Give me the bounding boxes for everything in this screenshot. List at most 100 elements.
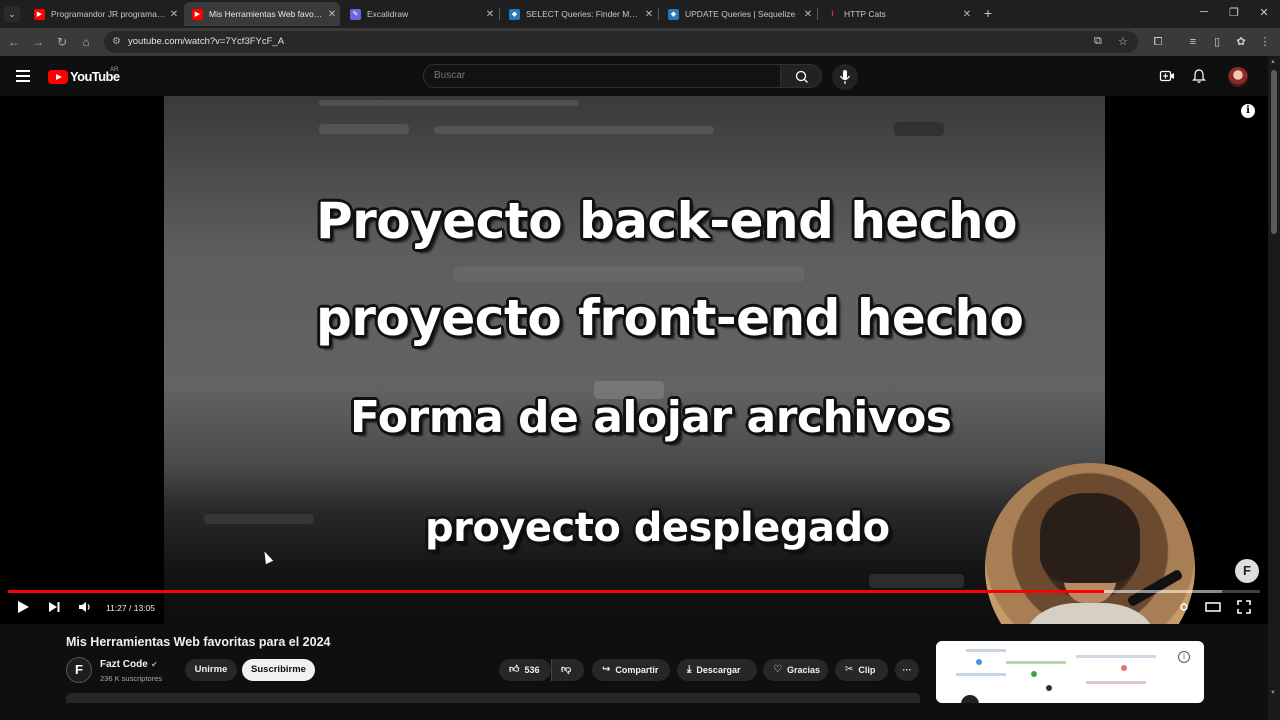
channel-avatar[interactable]: F [66,657,92,683]
tab-separator [658,8,659,20]
page-scrollbar[interactable]: ▲ ▼ [1268,56,1280,720]
search-button[interactable] [780,64,822,88]
video-info-icon[interactable]: i [1241,104,1255,118]
reload-icon[interactable]: ↻ [54,34,70,50]
scroll-down-icon[interactable]: ▼ [1270,690,1276,696]
user-avatar[interactable] [1228,67,1248,87]
search-box[interactable] [423,64,781,88]
subscribe-button[interactable]: Suscribirme [242,659,315,681]
more-dots-icon: ··· [902,665,912,675]
youtube-icon: ▶ [192,8,203,20]
extensions-icon[interactable]: ⧠ [1150,34,1166,50]
thumbs-up-icon: 👍︎ [509,664,520,675]
http-cats-icon: ⌇ [827,8,838,20]
like-button[interactable]: 👍︎ 536 [499,659,551,681]
restore-icon[interactable]: ❐ [1227,6,1241,19]
url-text: youtube.com/watch?v=7Ycf3FYcF_A [128,36,285,47]
progress-bar[interactable] [8,590,1260,593]
voice-search-button[interactable] [832,64,858,90]
blurred-footer-button [869,574,964,588]
settings-button[interactable] [1176,599,1192,615]
tab-select-queries[interactable]: ◆ SELECT Queries: Finder Method ✕ [501,2,657,26]
caption-line: Proyecto back-end hecho [316,192,1017,250]
close-icon[interactable]: ✕ [166,9,182,20]
tab-http-cats[interactable]: ⌇ HTTP Cats ✕ [819,2,975,26]
minimize-icon[interactable]: ─ [1197,6,1211,18]
dislike-button[interactable]: 👎︎ [551,659,584,681]
profile-extension-icon[interactable]: ✿ [1233,34,1249,50]
card-info-icon[interactable]: i [1178,651,1190,663]
tab-programador-jr[interactable]: ▶ Programandor JR programando ✕ [26,2,182,26]
share-button[interactable]: ↪ Compartir [592,659,670,681]
notifications-bell-icon[interactable] [1191,68,1207,84]
recommendation-card[interactable]: i [936,641,1204,703]
blurred-footer-text [204,514,314,524]
download-button[interactable]: ⤓ Descargar [677,659,757,681]
sequelize-icon: ◆ [668,8,679,20]
sequelize-icon: ◆ [509,8,520,20]
scissors-icon: ✂ [845,664,854,675]
bookmark-star-icon[interactable]: ☆ [1118,35,1128,48]
video-player[interactable]: Proyecto back-end hecho proyecto front-e… [0,96,1268,624]
scroll-up-icon[interactable]: ▲ [1270,59,1276,65]
time-display: 11:27 / 13:05 [106,603,155,613]
tab-search-button[interactable]: ⌄ [4,6,20,22]
theater-mode-button[interactable] [1204,599,1222,615]
search-input[interactable] [434,70,764,81]
back-arrow-icon[interactable]: ← [6,34,22,50]
gear-icon [1180,603,1188,611]
download-icon: ⤓ [687,664,692,675]
volume-button[interactable] [77,599,93,615]
window-close-icon[interactable]: ✕ [1257,6,1271,19]
caption-line: Forma de alojar archivos [350,392,952,443]
next-button[interactable] [46,599,62,615]
progress-played [8,590,1104,593]
new-tab-plus-icon[interactable]: + [981,5,995,21]
tab-excalidraw[interactable]: ✎ Excalidraw ✕ [342,2,498,26]
play-icon [18,601,29,613]
blurred-menu [434,126,714,134]
volume-icon [79,602,90,612]
create-video-icon[interactable] [1159,68,1175,84]
site-info-icon[interactable]: ⚙ [112,36,124,48]
fullscreen-button[interactable] [1236,599,1252,615]
scrollbar-thumb[interactable] [1271,70,1277,234]
description-panel[interactable] [66,693,920,703]
more-actions-button[interactable]: ··· [895,659,919,681]
verified-check-icon: ✔ [151,660,158,669]
close-icon[interactable]: ✕ [482,9,498,20]
fullscreen-icon [1237,600,1251,614]
blurred-subtitle [454,266,804,282]
excalidraw-icon: ✎ [350,8,361,20]
close-icon[interactable]: ✕ [959,9,975,20]
join-button[interactable]: Unirme [185,659,237,681]
install-app-icon[interactable]: ⧉ [1094,35,1102,48]
play-button[interactable] [15,599,31,615]
channel-watermark[interactable]: F [1235,559,1259,583]
close-icon[interactable]: ✕ [800,9,816,20]
address-bar[interactable]: ⚙ youtube.com/watch?v=7Ycf3FYcF_A ⧉ ☆ [104,31,1138,53]
close-icon[interactable]: ✕ [641,9,657,20]
blurred-logo [319,124,409,134]
side-panel-icon[interactable]: ▯ [1209,34,1225,50]
youtube-logo[interactable]: YouTube [48,69,120,84]
theater-mode-icon [1205,602,1221,612]
blurred-nav [319,100,579,106]
clip-button[interactable]: ✂ Clip [835,659,888,681]
thanks-button[interactable]: ♡ Gracias [763,659,828,681]
video-details: Mis Herramientas Web favoritas para el 2… [0,624,1268,720]
reading-list-icon[interactable]: ≡ [1185,34,1201,50]
subscriber-count: 236 K suscriptores [100,674,163,683]
tab-update-queries[interactable]: ◆ UPDATE Queries | Sequelize ✕ [660,2,816,26]
youtube-icon: ▶ [34,8,45,20]
tab-mis-herramientas[interactable]: ▶ Mis Herramientas Web favoritas ✕ [184,2,340,26]
caption-line: proyecto front-end hecho [316,289,1024,347]
home-icon[interactable]: ⌂ [78,34,94,50]
channel-name[interactable]: Fazt Code [100,659,148,670]
close-icon[interactable]: ✕ [324,9,340,20]
forward-arrow-icon[interactable]: → [30,34,46,50]
youtube-play-icon [48,69,68,84]
microphone-icon [839,70,851,84]
menu-hamburger-icon[interactable] [16,70,30,82]
browser-menu-icon[interactable]: ⋮ [1257,34,1273,50]
